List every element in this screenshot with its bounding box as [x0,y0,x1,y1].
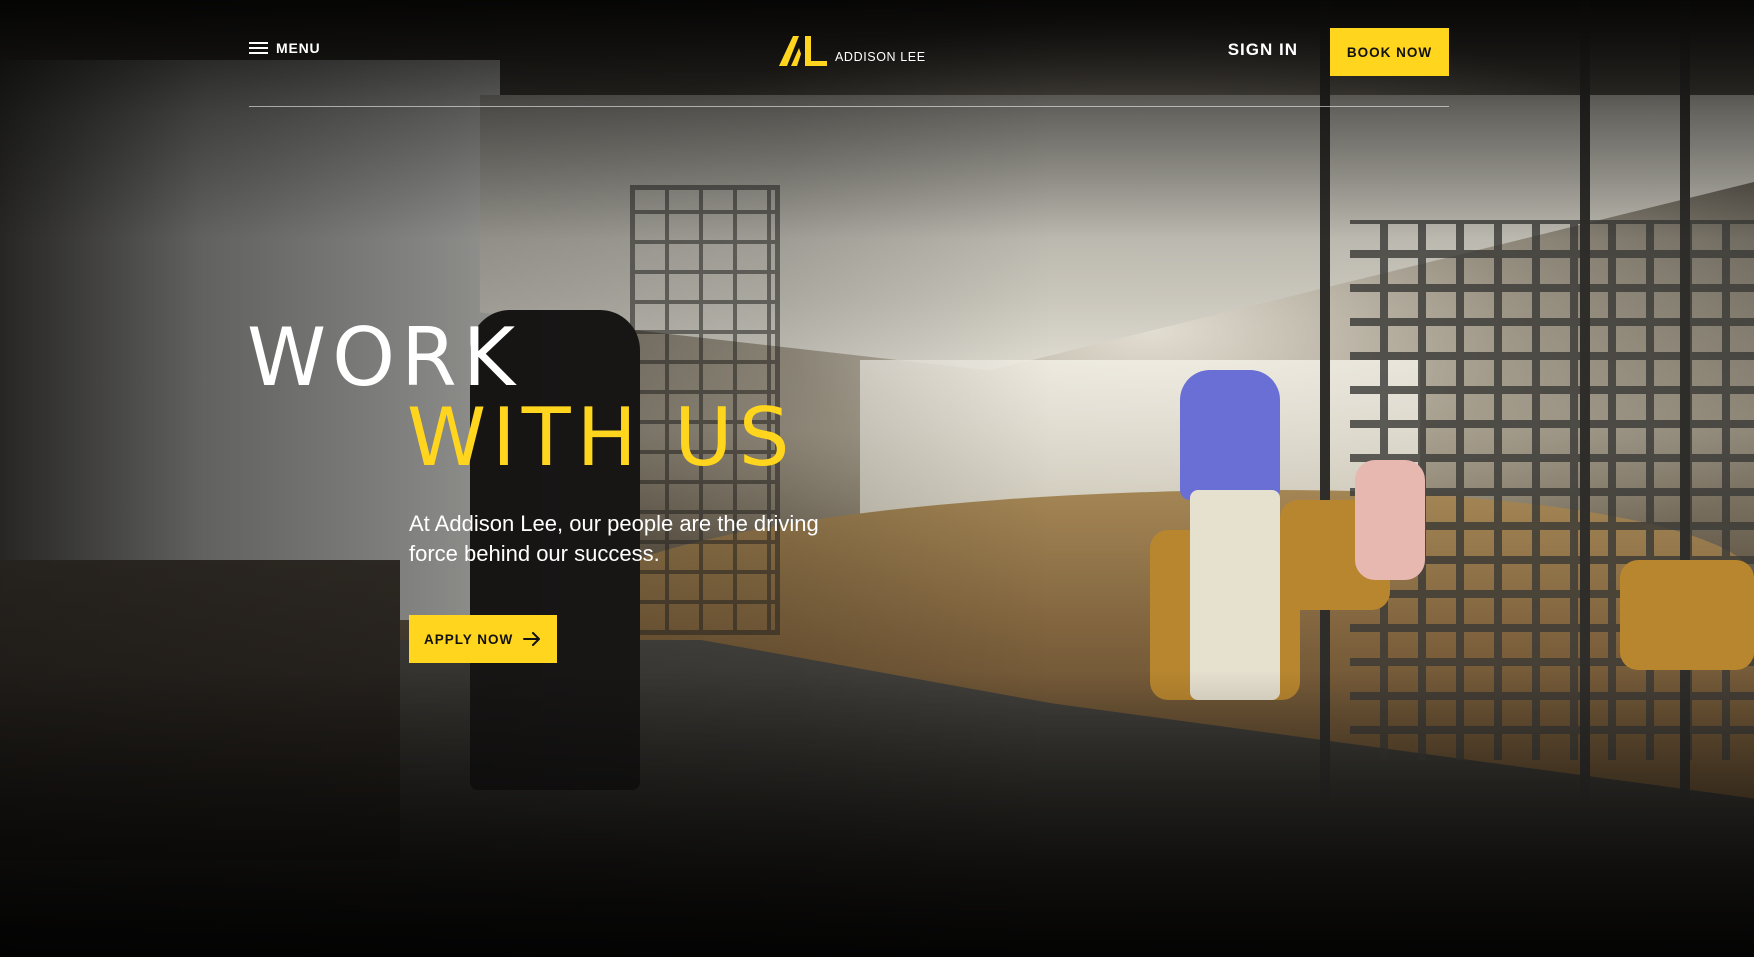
arrow-right-icon [523,632,540,646]
logo[interactable]: ADDISON LEE [777,36,926,66]
hero-title: WORK WITH US [247,311,796,484]
sign-in-link[interactable]: SIGN IN [1228,40,1298,60]
background-overlay [0,0,1754,957]
hero-section: MENU ADDISON LEE SIGN IN BOOK NOW WORK W… [0,0,1754,957]
hamburger-icon [249,42,268,54]
hero-title-line1: WORK [247,311,522,404]
logo-text: ADDISON LEE [835,50,926,64]
al-logo-mark [779,36,827,66]
book-now-button[interactable]: BOOK NOW [1330,28,1449,76]
site-header: MENU ADDISON LEE SIGN IN BOOK NOW [249,0,1449,107]
apply-now-button[interactable]: APPLY NOW [409,615,557,663]
hero-title-line2: WITH US [407,391,796,484]
menu-button[interactable]: MENU [249,40,320,56]
hero-subtitle: At Addison Lee, our people are the drivi… [409,511,819,566]
menu-label: MENU [276,40,321,56]
apply-now-label: APPLY NOW [424,631,514,647]
